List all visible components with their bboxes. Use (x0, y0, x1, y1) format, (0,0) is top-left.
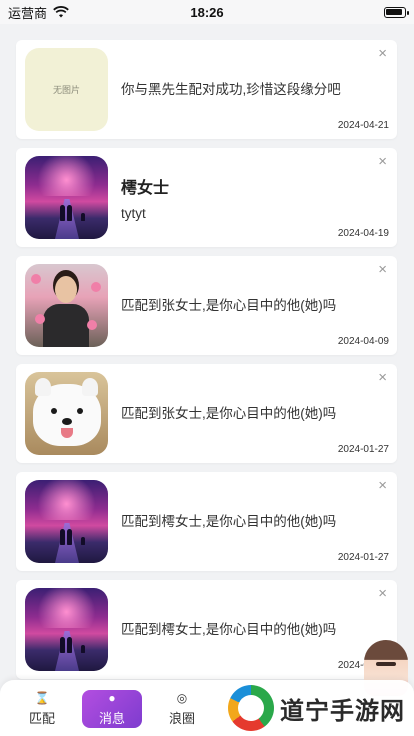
message-text: 匹配到张女士,是你心目中的他(她)吗 (121, 297, 337, 313)
tab-match-label: 匹配 (28, 711, 55, 726)
message-date: 2024-04-09 (337, 336, 389, 347)
status-left: 运营商 (8, 3, 69, 22)
carrier-label: 运营商 (8, 5, 48, 21)
watermark: 道宁手游网 (228, 682, 414, 734)
watermark-text: 道宁手游网 (280, 697, 405, 725)
woman-avatar-image (25, 264, 108, 347)
tab-circle[interactable]: ◎ 浪圈 (152, 686, 212, 732)
couple-avatar-image (25, 156, 108, 239)
battery-icon (384, 6, 409, 18)
message-date: 2024-01-27 (337, 552, 389, 563)
message-content: 你与黑先生配对成功,珍惜这段缘分吧 (121, 81, 397, 99)
couple-avatar-image (25, 480, 108, 563)
message-card[interactable]: 匹配到张女士,是你心目中的他(她)吗 × 2024-04-09 (16, 256, 397, 355)
status-bar: 运营商 18:26 (0, 0, 414, 24)
dog-avatar-image (25, 372, 108, 455)
message-card[interactable]: 匹配到樗女士,是你心目中的他(她)吗 × 2024-01-27 (16, 580, 397, 679)
message-date: 2024-04-19 (337, 228, 389, 239)
chat-bubble-icon: ● (108, 691, 116, 705)
message-content: 樗女士 tytyt (121, 174, 397, 221)
close-icon[interactable]: × (378, 370, 387, 385)
message-subtitle: tytyt (121, 206, 146, 221)
hourglass-icon: ⌛ (34, 691, 50, 705)
message-card[interactable]: 匹配到樗女士,是你心目中的他(她)吗 × 2024-01-27 (16, 472, 397, 571)
tab-match[interactable]: ⌛ 匹配 (12, 686, 72, 732)
message-text: 匹配到樗女士,是你心目中的他(她)吗 (121, 513, 337, 529)
message-card[interactable]: 无图片 你与黑先生配对成功,珍惜这段缘分吧 × 2024-04-21 (16, 40, 397, 139)
close-icon[interactable]: × (378, 262, 387, 277)
message-text: 匹配到樗女士,是你心目中的他(她)吗 (121, 621, 337, 637)
message-content: 匹配到张女士,是你心目中的他(她)吗 (121, 297, 397, 315)
message-content: 匹配到樗女士,是你心目中的他(她)吗 (121, 621, 397, 639)
close-icon[interactable]: × (378, 46, 387, 61)
close-icon[interactable]: × (378, 154, 387, 169)
close-icon[interactable]: × (378, 478, 387, 493)
message-title: 樗女士 (121, 180, 170, 197)
watermark-logo-icon (228, 685, 274, 731)
tab-circle-label: 浪圈 (168, 711, 195, 726)
message-card[interactable]: 樗女士 tytyt × 2024-04-19 (16, 148, 397, 247)
tab-messages[interactable]: ● 消息 (82, 690, 142, 728)
message-content: 匹配到樗女士,是你心目中的他(她)吗 (121, 513, 397, 531)
no-image-label: 无图片 (52, 85, 80, 95)
message-card[interactable]: 匹配到张女士,是你心目中的他(她)吗 × 2024-01-27 (16, 364, 397, 463)
message-text: 你与黑先生配对成功,珍惜这段缘分吧 (121, 81, 341, 97)
message-text: 匹配到张女士,是你心目中的他(她)吗 (121, 405, 337, 421)
circle-target-icon: ◎ (176, 691, 188, 705)
close-icon[interactable]: × (378, 586, 387, 601)
message-content: 匹配到张女士,是你心目中的他(她)吗 (121, 405, 397, 423)
message-list: 无图片 你与黑先生配对成功,珍惜这段缘分吧 × 2024-04-21 樗女士 t… (16, 40, 397, 688)
message-date: 2024-01-27 (337, 444, 389, 455)
no-image-placeholder: 无图片 (25, 48, 108, 131)
message-date: 2024-04-21 (337, 120, 389, 131)
wifi-icon (53, 6, 69, 18)
couple-avatar-image (25, 588, 108, 671)
tab-messages-label: 消息 (98, 711, 125, 726)
